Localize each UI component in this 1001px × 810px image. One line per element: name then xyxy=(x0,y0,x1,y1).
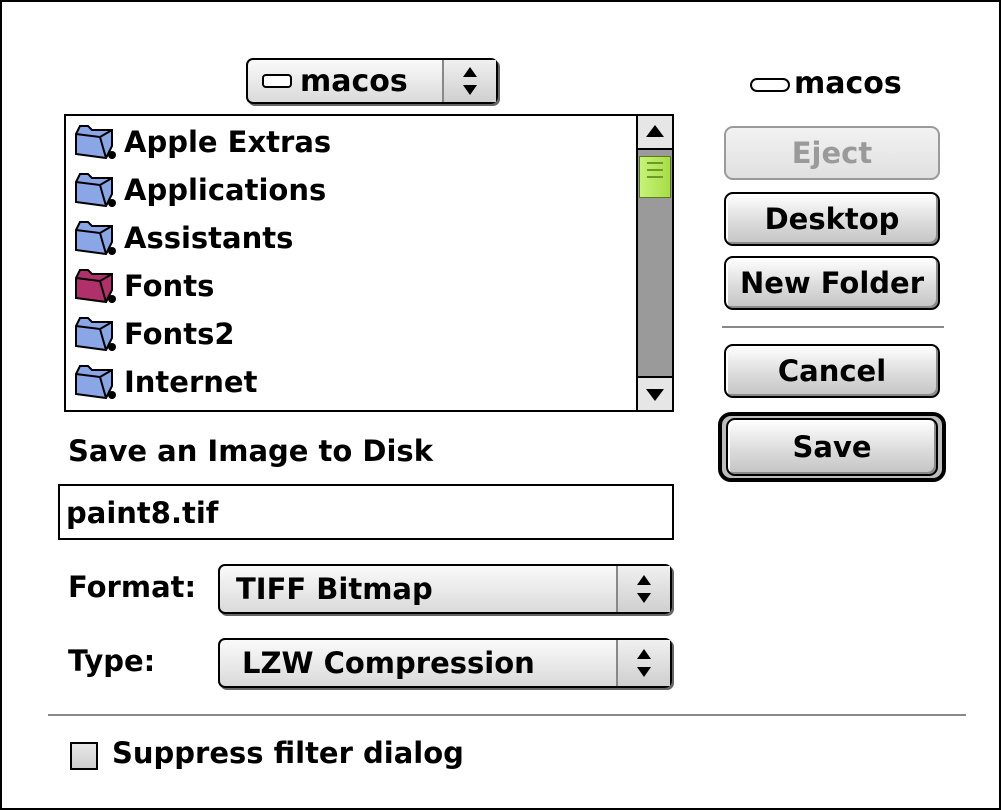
list-item[interactable]: Applications xyxy=(72,166,326,214)
format-popup[interactable]: TIFF Bitmap xyxy=(218,564,672,614)
volume-popup[interactable]: macos xyxy=(246,58,498,104)
desktop-button[interactable]: Desktop xyxy=(724,192,940,246)
disk-small-icon xyxy=(750,78,790,92)
list-item-label: Apple Extras xyxy=(124,125,332,159)
filename-field[interactable]: paint8.tif xyxy=(58,484,674,540)
disk-label: macos xyxy=(794,66,902,101)
disk-icon xyxy=(262,74,292,88)
folder-icon xyxy=(75,365,116,400)
type-label: Type: xyxy=(68,644,156,678)
folder-icon xyxy=(75,173,116,208)
scroll-up-button[interactable] xyxy=(638,116,672,150)
save-dialog: macos macos Apple Extras Applications Assi… xyxy=(0,0,1001,810)
triangle-up-icon xyxy=(646,125,664,137)
button-divider xyxy=(722,326,944,328)
popup-arrows-icon xyxy=(442,60,496,102)
folder-icon xyxy=(75,125,116,160)
format-value: TIFF Bitmap xyxy=(236,572,433,606)
type-popup[interactable]: LZW Compression xyxy=(218,638,672,688)
new-folder-button[interactable]: New Folder xyxy=(724,256,940,310)
triangle-down-icon xyxy=(646,389,664,401)
list-item[interactable]: Internet xyxy=(72,358,257,406)
list-item[interactable]: Assistants xyxy=(72,214,293,262)
list-item[interactable]: Fonts xyxy=(72,262,214,310)
cancel-button[interactable]: Cancel xyxy=(724,344,940,398)
list-item-label: Applications xyxy=(124,173,327,207)
list-item-label: Assistants xyxy=(124,221,294,255)
popup-arrows-icon xyxy=(616,640,670,686)
vertical-scrollbar[interactable] xyxy=(636,116,672,410)
list-item[interactable]: Apple Extras xyxy=(72,118,331,166)
file-list[interactable]: Apple Extras Applications Assistants Fonts F… xyxy=(64,114,674,412)
volume-popup-label: macos xyxy=(300,64,408,99)
save-button[interactable]: Save xyxy=(726,418,938,476)
list-item-label: Fonts2 xyxy=(124,317,235,351)
prompt-label: Save an Image to Disk xyxy=(68,434,433,468)
eject-button[interactable]: Eject xyxy=(724,126,940,180)
suppress-checkbox[interactable] xyxy=(70,742,98,770)
folder-icon xyxy=(75,221,116,256)
list-item-label: Internet xyxy=(124,365,258,399)
scroll-down-button[interactable] xyxy=(638,376,672,410)
filename-value: paint8.tif xyxy=(66,496,219,530)
folder-icon xyxy=(75,317,116,352)
list-item-label: Fonts xyxy=(124,269,215,303)
popup-arrows-icon xyxy=(616,566,670,612)
scroll-thumb[interactable] xyxy=(639,156,671,198)
list-item[interactable]: Fonts2 xyxy=(72,310,235,358)
suppress-label: Suppress filter dialog xyxy=(112,736,464,770)
folder-icon xyxy=(75,269,116,304)
type-value: LZW Compression xyxy=(242,646,535,680)
format-label: Format: xyxy=(68,570,197,604)
bottom-divider xyxy=(48,714,966,716)
